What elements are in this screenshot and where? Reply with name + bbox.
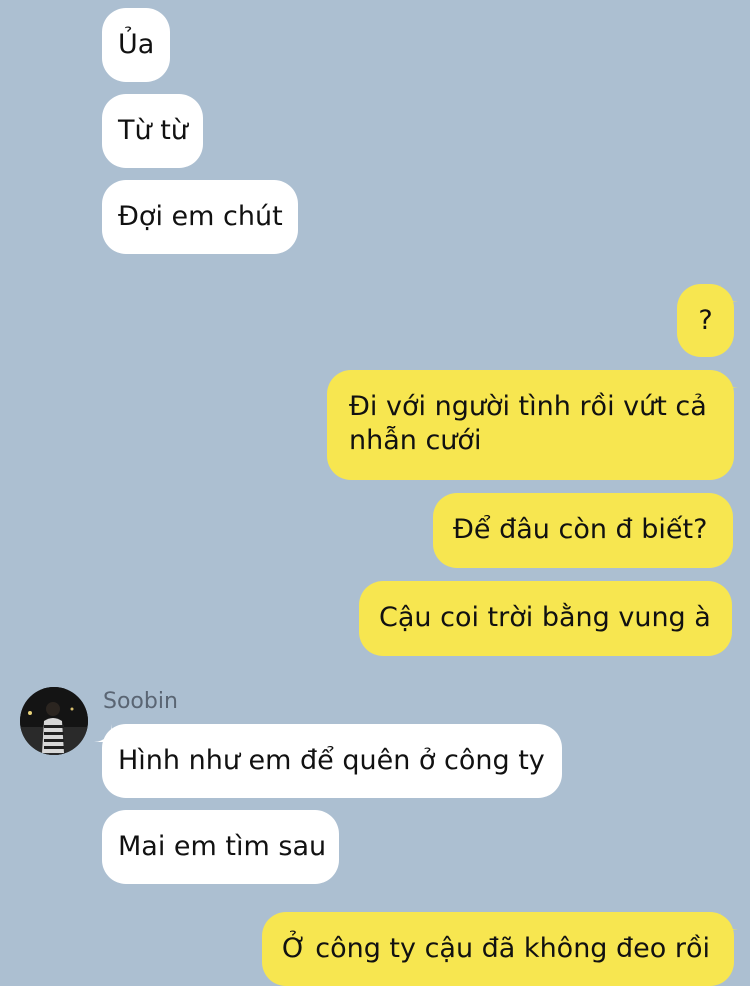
incoming-message-bubble[interactable]: Mai em tìm sau [102,810,339,884]
message-text: Ở công ty cậu đã không đeo rồi [282,933,711,964]
outgoing-message-bubble[interactable]: Đi với người tình rồi vứt cả nhẫn cưới [327,370,734,480]
message-text: ? [698,305,713,336]
message-text: Đợi em chút [118,201,283,232]
outgoing-message-bubble[interactable]: Để đâu còn đ biết? [433,493,733,568]
avatar-image [20,687,88,755]
message-text: Đi với người tình rồi vứt cả nhẫn cưới [349,391,707,456]
outgoing-message-bubble[interactable]: Ở công ty cậu đã không đeo rồi [262,912,734,986]
message-text: Hình như em để quên ở công ty [118,745,545,776]
outgoing-message-bubble[interactable]: Cậu coi trời bằng vung à [359,581,732,656]
message-text: Để đâu còn đ biết? [453,514,708,545]
incoming-message-bubble[interactable]: Ủa [102,8,170,82]
message-text: Từ từ [118,115,188,146]
message-text: Ủa [118,29,155,60]
chat-thread[interactable]: Ủa Từ từ Đợi em chút ? Đi với người tình… [0,0,750,986]
message-text: Mai em tìm sau [118,831,327,862]
outgoing-message-bubble[interactable]: ? [677,284,734,357]
incoming-message-bubble[interactable]: Hình như em để quên ở công ty [102,724,562,798]
sender-name: Soobin [103,689,178,714]
incoming-message-bubble[interactable]: Từ từ [102,94,203,168]
incoming-message-bubble[interactable]: Đợi em chút [102,180,298,254]
message-text: Cậu coi trời bằng vung à [379,602,711,633]
contact-avatar[interactable] [20,687,88,755]
